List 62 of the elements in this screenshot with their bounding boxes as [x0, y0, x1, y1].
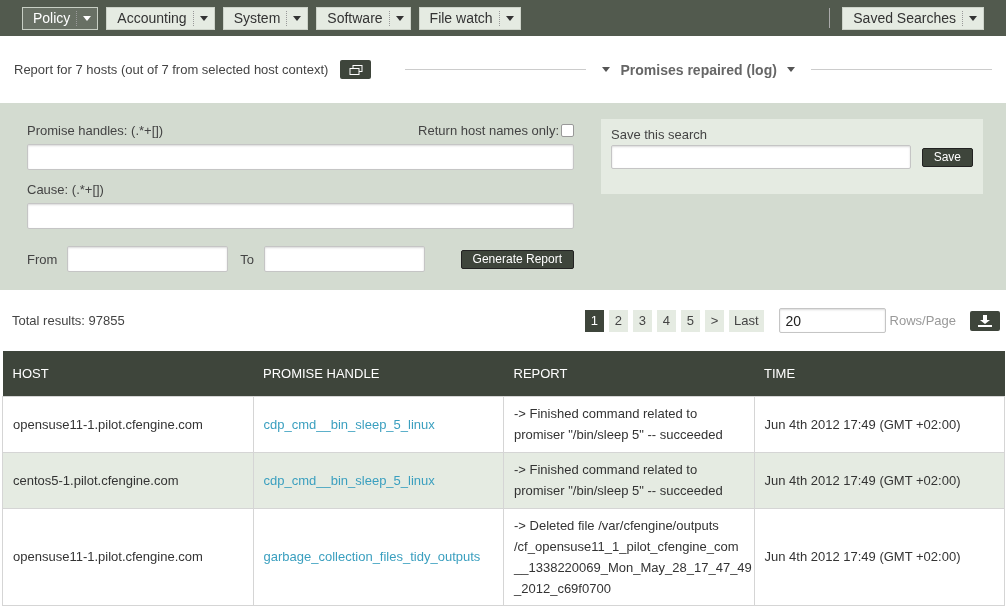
- page-button[interactable]: 1: [584, 309, 604, 332]
- column-header[interactable]: HOST: [2, 351, 253, 396]
- save-button[interactable]: Save: [921, 147, 973, 167]
- promise-handles-field[interactable]: [27, 144, 574, 170]
- caret-icon: [602, 67, 611, 72]
- caret-icon: [199, 15, 208, 21]
- page-button[interactable]: >: [704, 309, 724, 332]
- table-cell: Jun 4th 2012 17:49 (GMT +02:00): [754, 396, 1005, 452]
- report-info: Report for 7 hosts (out of 7 from selected host context): [14, 62, 329, 77]
- page-button[interactable]: 4: [656, 309, 676, 332]
- report-text: -> Finished command related to: [514, 462, 698, 477]
- page-button[interactable]: 3: [632, 309, 652, 332]
- column-header[interactable]: TIME: [754, 351, 1005, 396]
- page-button[interactable]: Last: [728, 309, 764, 332]
- field-label: Cause: (.*+[]): [27, 181, 104, 197]
- caret-icon: [969, 15, 977, 21]
- column-header[interactable]: REPORT: [503, 351, 754, 396]
- menu-button[interactable]: System: [222, 6, 309, 30]
- save-search-field[interactable]: [611, 145, 911, 169]
- table-cell: opensuse11-1.pilot.cfengine.com: [2, 396, 253, 452]
- checkbox-label: Return host names only:: [418, 122, 559, 138]
- menu-button[interactable]: Policy: [22, 6, 99, 30]
- to-field[interactable]: [264, 246, 426, 272]
- windows-icon: [348, 64, 363, 75]
- rows-per-page-label: Rows/Page: [889, 313, 956, 328]
- field-label: Promise handles: (.*+[]): [27, 122, 164, 138]
- from-field[interactable]: [67, 246, 229, 272]
- page-button[interactable]: 5: [680, 309, 700, 332]
- cause-field[interactable]: [27, 203, 574, 229]
- caret-icon: [786, 67, 795, 72]
- total-results: Total results: 97855: [12, 313, 125, 328]
- caret-icon: [83, 15, 92, 21]
- menu-button[interactable]: Software: [316, 6, 411, 30]
- caret-icon: [395, 15, 404, 21]
- menu-button[interactable]: Accounting: [106, 6, 215, 30]
- table-cell: Jun 4th 2012 17:49 (GMT +02:00): [754, 452, 1005, 508]
- saved-searches-button[interactable]: Saved Searches: [842, 6, 984, 30]
- popout-button[interactable]: [340, 60, 372, 79]
- host-names-checkbox[interactable]: [561, 123, 574, 137]
- report-text: -> Deleted file /var/cfengine/outputs: [514, 517, 719, 533]
- rows-per-page-field[interactable]: 20: [778, 308, 886, 333]
- table-cell: centos5-1.pilot.cfengine.com: [2, 452, 253, 508]
- caret-icon: [505, 15, 514, 21]
- report-text: __1338220069_Mon_May_28_17_47_49: [514, 559, 752, 575]
- page-button[interactable]: 2: [608, 309, 628, 332]
- field-label: From: [27, 251, 58, 267]
- download-button[interactable]: [970, 310, 1000, 331]
- field-label: To: [240, 251, 255, 267]
- report-text: -> Finished command related to: [514, 406, 698, 421]
- table-cell: opensuse11-1.pilot.cfengine.com: [2, 508, 253, 605]
- report-text: /cf_opensuse11_1_pilot_cfengine_com: [514, 538, 739, 554]
- column-header[interactable]: PROMISE HANDLE: [253, 351, 504, 396]
- report-text: _2012_c69f0700: [514, 580, 611, 596]
- menu-button[interactable]: File watch: [418, 6, 521, 30]
- download-icon: [978, 314, 992, 327]
- report-title[interactable]: Promises repaired (log): [620, 61, 777, 78]
- table-cell: Jun 4th 2012 17:49 (GMT +02:00): [754, 508, 1005, 605]
- generate-report-button[interactable]: Generate Report: [460, 249, 574, 269]
- field-label: Save this search: [611, 127, 709, 142]
- report-text: promiser "/bin/sleep 5" -- succeeded: [514, 427, 723, 442]
- report-text: promiser "/bin/sleep 5" -- succeeded: [514, 483, 723, 498]
- caret-icon: [293, 15, 302, 21]
